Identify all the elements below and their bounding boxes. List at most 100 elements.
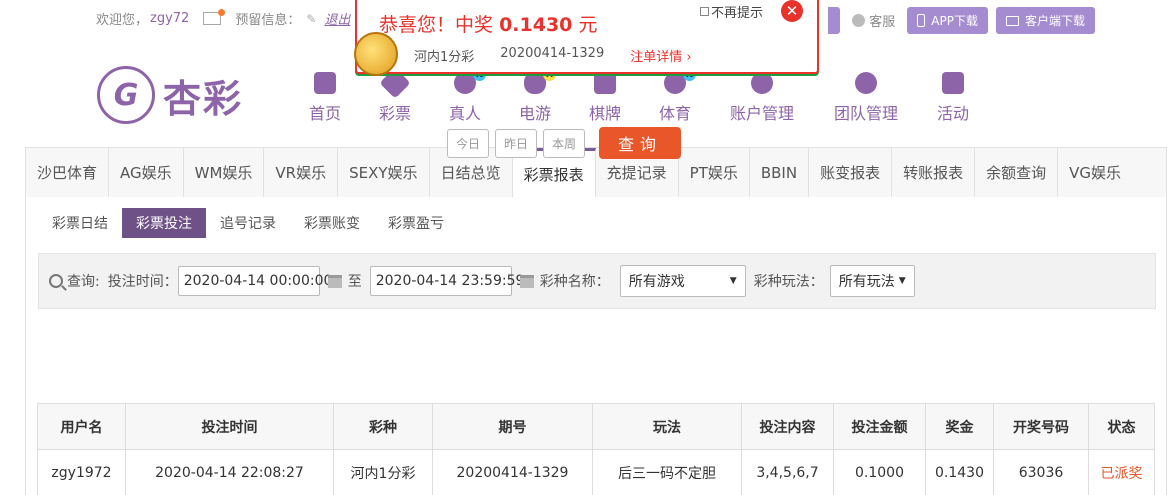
game-select[interactable]: 所有游戏 ▼	[619, 265, 746, 297]
yesterday-button[interactable]: 昨日	[495, 128, 538, 158]
win-detail-line: 河内1分彩 20200414-1329 注单详情 ›	[414, 46, 692, 65]
nav-label: 团队管理	[833, 104, 898, 123]
dont-show-label: 不再提示	[711, 6, 764, 21]
win-amount: 0.1430	[499, 14, 573, 36]
kefu-link[interactable]: 客服	[852, 11, 895, 30]
end-time-input[interactable]: 2020-04-14 23:59:59	[369, 266, 524, 296]
mail-icon[interactable]	[203, 9, 226, 25]
game-select-value: 所有游戏	[628, 274, 685, 290]
nav-item-account[interactable]: 账户管理	[710, 72, 814, 124]
tab-account-change[interactable]: 账变报表	[809, 148, 893, 197]
top-actions: 客服 APP下载 客户端下载	[828, 7, 1095, 34]
cell-play: 后三一码不定胆	[592, 449, 742, 495]
tab-pt[interactable]: PT娱乐	[679, 148, 750, 197]
win-game: 河内1分彩	[414, 50, 475, 65]
nav-item-chess[interactable]: 棋牌	[570, 72, 640, 124]
nav-label: 真人	[448, 104, 481, 123]
gamepad-icon: H	[524, 68, 556, 94]
tab-vg[interactable]: VG娱乐	[1058, 148, 1132, 197]
welcome-text: 欢迎您，	[96, 13, 149, 28]
this-week-button[interactable]: 本周	[543, 128, 586, 158]
team-icon	[855, 72, 877, 94]
tab-vr[interactable]: VR娱乐	[264, 148, 339, 197]
subtab-bets[interactable]: 彩票投注	[122, 208, 206, 238]
kefu-label: 客服	[869, 15, 896, 30]
client-download-button[interactable]: 客户端下载	[995, 7, 1095, 34]
col-header: 用户名	[37, 403, 126, 450]
col-header: 奖金	[925, 403, 994, 450]
app-download-button[interactable]: APP下载	[907, 7, 988, 34]
col-header: 投注内容	[741, 403, 834, 450]
nav-item-sports[interactable]: N 体育	[640, 68, 710, 124]
cards-icon	[594, 72, 616, 94]
win-issue: 20200414-1329	[500, 46, 605, 61]
table-row[interactable]: zgy1972 2020-04-14 22:08:27 河内1分彩 202004…	[37, 449, 1155, 495]
time-label: 投注时间：	[107, 274, 178, 290]
start-time-input[interactable]: 2020-04-14 00:00:00	[177, 266, 332, 296]
site-logo[interactable]: G 杏彩	[97, 66, 243, 124]
nav-item-live[interactable]: N 真人	[430, 68, 500, 124]
nav-label: 电游	[518, 104, 551, 123]
subtab-account[interactable]: 彩票账变	[290, 208, 374, 238]
logo-text: 杏彩	[163, 75, 244, 121]
tab-ag[interactable]: AG娱乐	[109, 148, 184, 197]
logout-link[interactable]: 退出	[324, 9, 350, 28]
nav-item-team[interactable]: 团队管理	[814, 72, 918, 124]
col-header: 期号	[432, 403, 593, 450]
coin-bag-icon	[354, 32, 398, 76]
play-label: 彩种玩法：	[753, 274, 824, 290]
play-select[interactable]: 所有玩法 ▼	[829, 265, 915, 297]
cell-username: zgy1972	[37, 449, 126, 495]
home-icon	[314, 72, 336, 94]
tab-balance[interactable]: 余额查询	[975, 148, 1059, 197]
nav-item-events[interactable]: 活动	[918, 72, 988, 124]
calendar-icon[interactable]	[519, 274, 534, 288]
quick-range-buttons: 今日 昨日 本周 查询	[447, 127, 682, 159]
chevron-down-icon: ▼	[729, 276, 737, 286]
congrats-text: 恭喜您！中奖	[379, 14, 494, 36]
table-header-row: 用户名 投注时间 彩种 期号 玩法 投注内容 投注金额 奖金 开奖号码 状态	[37, 403, 1155, 450]
purple-button-edge[interactable]	[828, 7, 841, 34]
play-select-value: 所有玩法	[838, 274, 895, 290]
tab-transfer[interactable]: 转账报表	[892, 148, 976, 197]
tab-sexy[interactable]: SEXY娱乐	[338, 148, 430, 197]
bet-detail-link[interactable]: 注单详情 ›	[630, 46, 691, 65]
nav-label: 彩票	[378, 104, 411, 123]
col-header: 投注时间	[125, 403, 334, 450]
yen-coin-icon	[751, 72, 773, 94]
cell-bet-time: 2020-04-14 22:08:27	[125, 449, 334, 495]
edit-icon[interactable]: ✎	[306, 12, 316, 26]
nav-item-home[interactable]: 首页	[290, 72, 360, 124]
user-info: 欢迎您， zgy72 预留信息： ✎ 退出	[96, 9, 350, 28]
today-button[interactable]: 今日	[447, 128, 490, 158]
dont-show-again[interactable]: 不再提示	[700, 2, 763, 21]
subtab-chase[interactable]: 追号记录	[206, 208, 290, 238]
subtab-daily[interactable]: 彩票日结	[38, 208, 122, 238]
cell-prize: 0.1430	[925, 449, 994, 495]
query-button[interactable]: 查询	[599, 127, 682, 159]
cell-issue: 20200414-1329	[432, 449, 593, 495]
nav-item-lottery[interactable]: 彩票	[360, 67, 430, 124]
gift-icon	[942, 72, 964, 94]
logo-mark: G	[97, 66, 155, 124]
win-notification-popup: 恭喜您！中奖 0.1430 元 不再提示 ✕ 河内1分彩 20200414-13…	[354, 0, 819, 76]
client-download-label: 客户端下载	[1024, 14, 1085, 28]
tab-bbin[interactable]: BBIN	[750, 148, 810, 197]
cell-game: 河内1分彩	[333, 449, 433, 495]
subtab-profit[interactable]: 彩票盈亏	[374, 208, 458, 238]
search-bar: 查询: 投注时间： 2020-04-14 00:00:00 至 2020-04-…	[38, 253, 1156, 309]
tab-wm[interactable]: WM娱乐	[184, 148, 265, 197]
tab-saba[interactable]: 沙巴体育	[26, 148, 110, 197]
win-unit: 元	[578, 14, 598, 36]
calendar-icon[interactable]	[327, 274, 342, 288]
col-header: 投注金额	[833, 403, 926, 450]
nav-item-egame[interactable]: H 电游	[500, 68, 570, 124]
dont-show-checkbox[interactable]	[700, 7, 709, 16]
to-label: 至	[347, 274, 362, 290]
win-title: 恭喜您！中奖 0.1430 元	[379, 10, 597, 37]
username[interactable]: zgy72	[150, 11, 189, 26]
col-header: 彩种	[333, 403, 433, 450]
main-nav: 首页 彩票 N 真人 H 电游 棋牌 N 体育 账户管理 团队管理 活动	[290, 67, 988, 124]
close-icon[interactable]: ✕	[781, 0, 803, 22]
phone-icon	[917, 14, 926, 27]
